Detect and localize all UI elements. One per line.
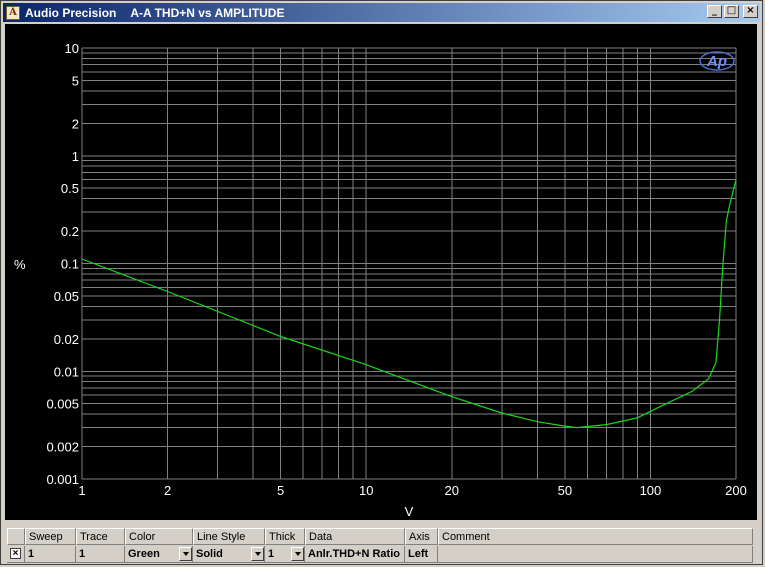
cell-trace[interactable]: 1 (76, 546, 125, 563)
graph-area[interactable]: 0.001 0.002 0.005 0.01 0.02 0.05 0.1 0.2 0.5 1 2 5 1… (5, 24, 757, 520)
minimize-button[interactable]: _ (707, 5, 722, 18)
color-value: Green (128, 548, 160, 560)
table-header: Sweep Trace Color Line Style Thick Data … (7, 528, 753, 545)
y-tick-label: 0.2 (61, 224, 79, 239)
y-tick-label: 0.01 (54, 364, 79, 379)
x-axis-label: V (405, 504, 414, 519)
header-comment[interactable]: Comment (438, 528, 753, 545)
app-window: A Audio Precision A-A THD+N vs AMPLITUDE… (0, 0, 763, 565)
thick-dropdown-icon[interactable] (291, 547, 304, 561)
window-title: A-A THD+N vs AMPLITUDE (130, 5, 285, 20)
app-logo-icon[interactable]: A (6, 5, 20, 20)
maximize-button[interactable]: □ (724, 5, 739, 18)
close-button[interactable]: × (743, 5, 758, 18)
y-axis-label: % (14, 257, 26, 272)
y-tick-label: 1 (72, 149, 79, 164)
x-tick-label: 10 (359, 483, 373, 498)
y-tick-label: 0.05 (54, 289, 79, 304)
cell-sweep[interactable]: 1 (25, 546, 76, 563)
header-sweep[interactable]: Sweep (25, 528, 76, 545)
header-data[interactable]: Data (305, 528, 405, 545)
thick-value: 1 (268, 548, 275, 560)
app-name: Audio Precision (25, 5, 117, 20)
cell-line-style[interactable]: Solid (193, 546, 265, 563)
y-tick-label: 10 (65, 41, 79, 56)
trace-table: Sweep Trace Color Line Style Thick Data … (7, 528, 759, 564)
y-tick-label: 5 (72, 73, 79, 88)
line-style-dropdown-icon[interactable] (251, 547, 264, 561)
y-tick-label: 0.5 (61, 181, 79, 196)
table-row[interactable]: × 1 1 Green Solid 1 Anlr.THD+N Ratio Lef… (7, 546, 753, 563)
x-tick-label: 100 (640, 483, 662, 498)
header-thick[interactable]: Thick (265, 528, 305, 545)
header-select (7, 528, 25, 545)
y-tick-label: 0.005 (46, 397, 79, 412)
cell-data[interactable]: Anlr.THD+N Ratio (305, 546, 405, 563)
line-style-value: Solid (196, 548, 223, 560)
row-select-cell[interactable]: × (7, 546, 25, 563)
y-tick-label: 0.002 (46, 440, 79, 455)
y-tick-label: 0.1 (61, 257, 79, 272)
ap-logo-text: Ap (706, 53, 727, 70)
header-line-style[interactable]: Line Style (193, 528, 265, 545)
y-tick-label: 0.02 (54, 332, 79, 347)
x-tick-label: 20 (445, 483, 459, 498)
header-trace[interactable]: Trace (76, 528, 125, 545)
x-tick-label: 200 (725, 483, 747, 498)
cell-color[interactable]: Green (125, 546, 193, 563)
header-axis[interactable]: Axis (405, 528, 438, 545)
cell-thick[interactable]: 1 (265, 546, 305, 563)
thd-chart: 0.001 0.002 0.005 0.01 0.02 0.05 0.1 0.2 0.5 1 2 5 1… (14, 41, 747, 519)
cell-comment[interactable] (438, 546, 753, 563)
x-tick-label: 50 (558, 483, 572, 498)
x-tick-label: 1 (78, 483, 85, 498)
color-dropdown-icon[interactable] (179, 547, 192, 561)
y-tick-label: 2 (72, 116, 79, 131)
header-color[interactable]: Color (125, 528, 193, 545)
cell-axis[interactable]: Left (405, 546, 438, 563)
x-tick-label: 2 (164, 483, 171, 498)
title-bar[interactable]: A Audio Precision A-A THD+N vs AMPLITUDE… (3, 3, 760, 22)
y-tick-label: 0.001 (46, 472, 79, 487)
trace-enabled-checkbox[interactable]: × (10, 548, 21, 559)
x-tick-label: 5 (277, 483, 284, 498)
